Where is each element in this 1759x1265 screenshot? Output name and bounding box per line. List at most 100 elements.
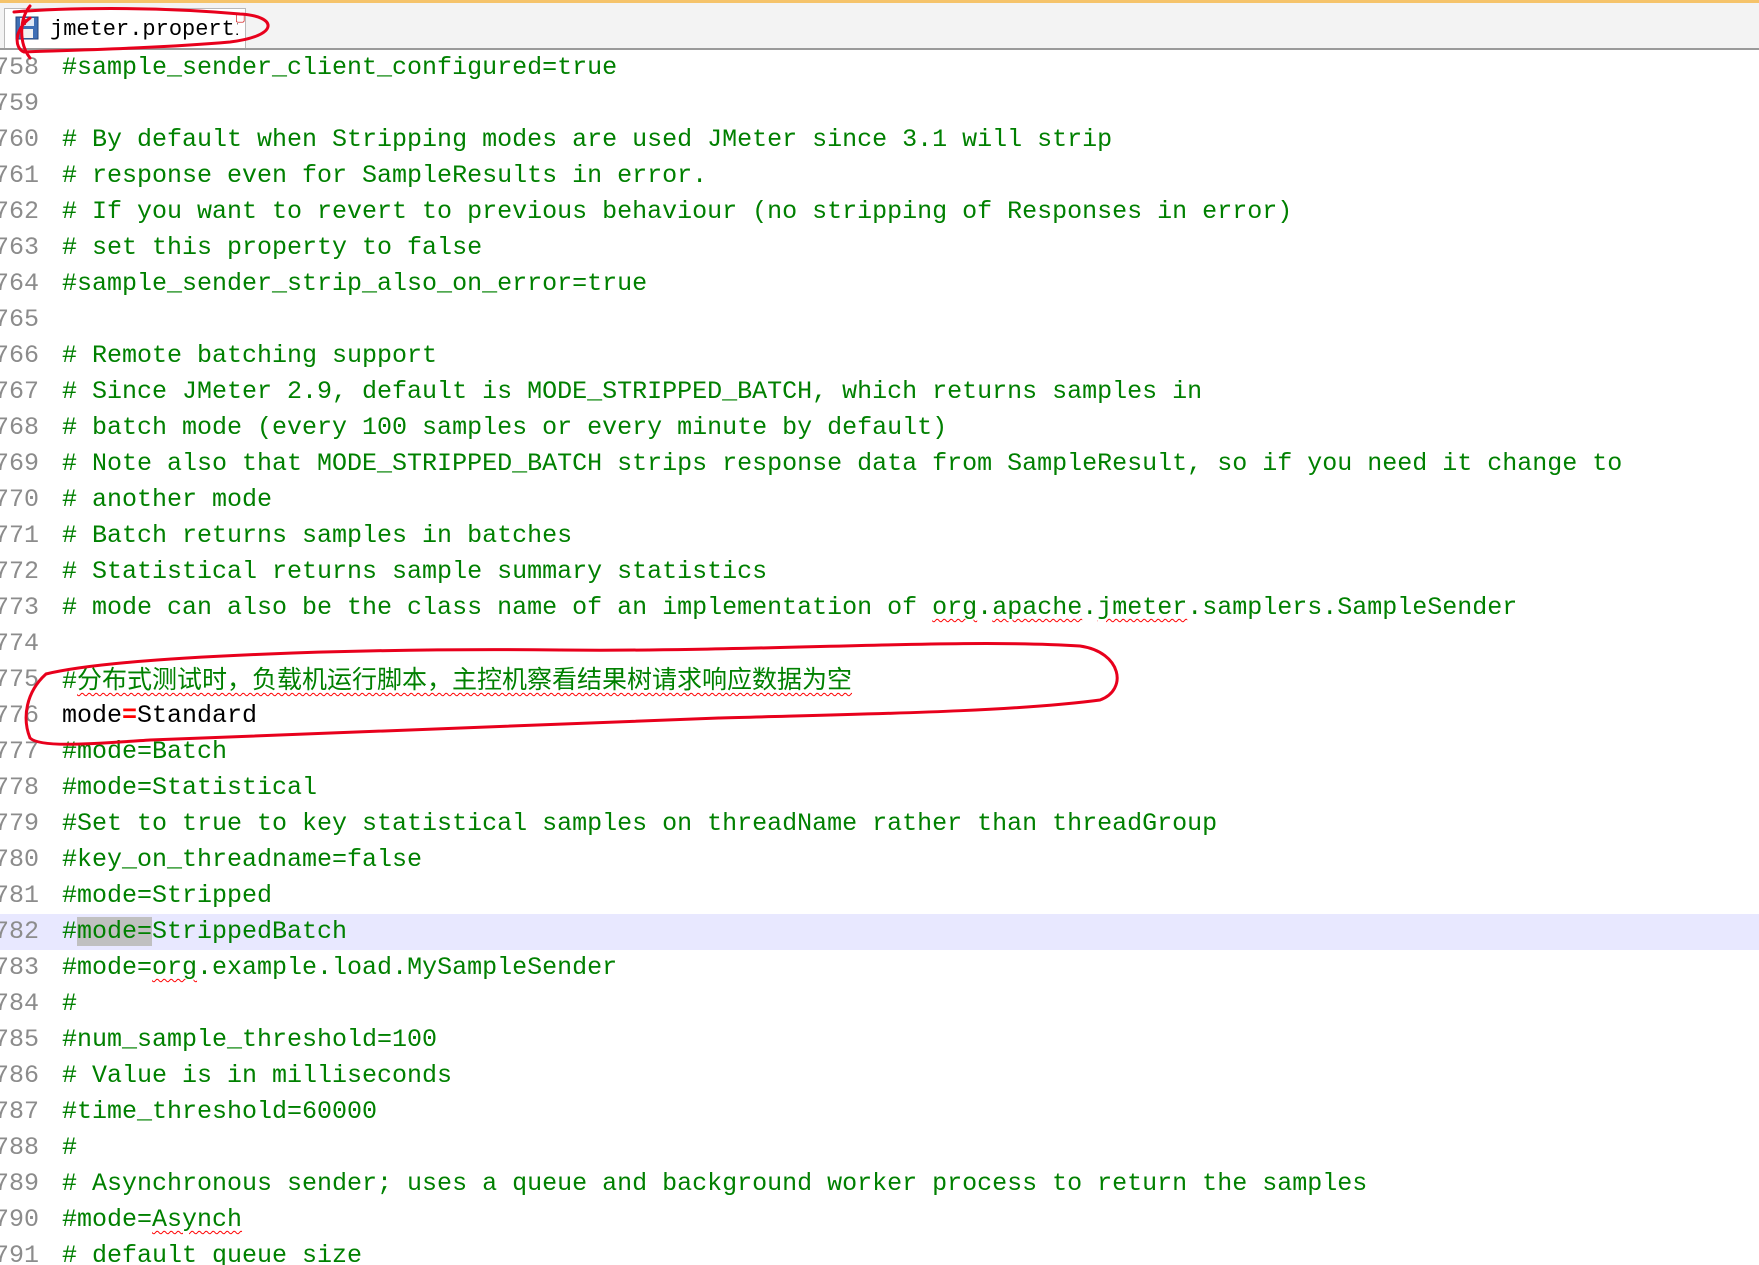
line-text: #mode=Asynch [62, 1202, 242, 1238]
code-token: # Batch returns samples in batches [62, 521, 573, 550]
save-icon [15, 16, 39, 40]
code-line[interactable]: 781 #mode=Stripped [0, 878, 1759, 914]
line-text: # response even for SampleResults in err… [62, 158, 707, 194]
line-text: # [62, 1130, 77, 1166]
code-token: #sample_sender_strip_also_on_error=true [62, 269, 648, 298]
code-line[interactable]: 782 #mode=StrippedBatch [0, 914, 1759, 950]
code-line[interactable]: 769 # Note also that MODE_STRIPPED_BATCH … [0, 446, 1759, 482]
line-text: #mode=org.example.load.MySampleSender [62, 950, 617, 986]
code-line[interactable]: 777 #mode=Batch [0, 734, 1759, 770]
line-text: # [62, 986, 77, 1022]
code-token: = [122, 701, 138, 730]
misspelled-token: org [152, 953, 198, 982]
line-number: 774 [0, 629, 40, 658]
line-number: 772 [0, 557, 40, 586]
line-text: #Set to true to key statistical samples … [62, 806, 1217, 842]
tab-bar-accent [0, 0, 1759, 3]
code-token: # response even for SampleResults in err… [62, 161, 708, 190]
code-token: #sample_sender_client_configured=true [62, 53, 618, 82]
line-number: 770 [0, 485, 40, 514]
line-number: 787 [0, 1097, 40, 1126]
code-line[interactable]: 762 # If you want to revert to previous b… [0, 194, 1759, 230]
code-line[interactable]: 759 [0, 86, 1759, 122]
code-line[interactable]: 771 # Batch returns samples in batches [0, 518, 1759, 554]
code-line[interactable]: 758 #sample_sender_client_configured=true [0, 50, 1759, 86]
code-token: StrippedBatch [152, 917, 348, 946]
line-text: # Value is in milliseconds [62, 1058, 452, 1094]
code-line[interactable]: 768 # batch mode (every 100 samples or ev… [0, 410, 1759, 446]
code-line[interactable]: 760 # By default when Stripping modes are… [0, 122, 1759, 158]
code-token: # default queue size [62, 1241, 363, 1265]
code-line[interactable]: 788 # [0, 1130, 1759, 1166]
code-line[interactable]: 787 #time_threshold=60000 [0, 1094, 1759, 1130]
line-text: #key_on_threadname=false [62, 842, 422, 878]
code-line[interactable]: 776 mode=Standard [0, 698, 1759, 734]
line-number: 758 [0, 53, 40, 82]
code-line[interactable]: 767 # Since JMeter 2.9, default is MODE_S… [0, 374, 1759, 410]
code-line[interactable]: 773 # mode can also be the class name of … [0, 590, 1759, 626]
code-line[interactable]: 786 # Value is in milliseconds [0, 1058, 1759, 1094]
line-number: 783 [0, 953, 40, 982]
line-number: 777 [0, 737, 40, 766]
code-line[interactable]: 761 # response even for SampleResults in … [0, 158, 1759, 194]
code-token: . [1082, 593, 1098, 622]
line-number: 786 [0, 1061, 40, 1090]
misspelled-token: jmeter [1097, 593, 1188, 622]
code-token: Standard [137, 701, 258, 730]
code-token: # another mode [62, 485, 273, 514]
code-token: # set this property to false [62, 233, 483, 262]
line-text: # Batch returns samples in batches [62, 518, 572, 554]
code-line[interactable]: 763 # set this property to false [0, 230, 1759, 266]
code-token: # mode can also be the class name of an … [62, 593, 933, 622]
line-text: #mode=Stripped [62, 878, 272, 914]
code-line[interactable]: 778 #mode=Statistical [0, 770, 1759, 806]
code-line[interactable]: 783 #mode=org.example.load.MySampleSender [0, 950, 1759, 986]
line-number: 773 [0, 593, 40, 622]
code-line[interactable]: 785 #num_sample_threshold=100 [0, 1022, 1759, 1058]
line-text: #分布式测试时，负载机运行脚本，主控机察看结果树请求响应数据为空 [62, 662, 852, 698]
code-line[interactable]: 789 # Asynchronous sender; uses a queue a… [0, 1166, 1759, 1202]
line-text: # If you want to revert to previous beha… [62, 194, 1292, 230]
code-line[interactable]: 765 [0, 302, 1759, 338]
code-token: # If you want to revert to previous beha… [62, 197, 1293, 226]
code-line[interactable]: 774 [0, 626, 1759, 662]
line-text: #num_sample_threshold=100 [62, 1022, 437, 1058]
line-number: 782 [0, 917, 40, 946]
code-line[interactable]: 772 # Statistical returns sample summary … [0, 554, 1759, 590]
code-line[interactable]: 764 #sample_sender_strip_also_on_error=tr… [0, 266, 1759, 302]
code-editor[interactable]: 758 #sample_sender_client_configured=true… [0, 50, 1759, 1265]
code-token: # By default when Stripping modes are us… [62, 125, 1113, 154]
code-token: #num_sample_threshold=100 [62, 1025, 438, 1054]
tab-jmeter-properties[interactable]: jmeter.properti ▢ [4, 8, 246, 48]
code-line[interactable]: 770 # another mode [0, 482, 1759, 518]
code-token: #mode=Stripped [62, 881, 273, 910]
code-line[interactable]: 784 # [0, 986, 1759, 1022]
close-icon[interactable]: ▢ [235, 12, 245, 23]
code-line[interactable]: 790 #mode=Asynch [0, 1202, 1759, 1238]
line-number: 765 [0, 305, 40, 334]
line-number: 762 [0, 197, 40, 226]
code-line[interactable]: 766 # Remote batching support [0, 338, 1759, 374]
line-text: #sample_sender_client_configured=true [62, 50, 617, 86]
code-line[interactable]: 780 #key_on_threadname=false [0, 842, 1759, 878]
line-text: mode=Standard [62, 698, 257, 734]
code-token: .example.load.MySampleSender [197, 953, 618, 982]
tab-label: jmeter.properti [50, 18, 238, 42]
code-token: #mode= [62, 953, 153, 982]
code-line[interactable]: 775 #分布式测试时，负载机运行脚本，主控机察看结果树请求响应数据为空 [0, 662, 1759, 698]
code-token: # Remote batching support [62, 341, 438, 370]
line-number: 768 [0, 413, 40, 442]
line-number: 780 [0, 845, 40, 874]
code-token: .samplers.SampleSender [1187, 593, 1518, 622]
misspelled-token: apache [992, 593, 1083, 622]
line-text: # another mode [62, 482, 272, 518]
code-line[interactable]: 779 #Set to true to key statistical sampl… [0, 806, 1759, 842]
line-number: 767 [0, 377, 40, 406]
code-token: # [62, 667, 78, 696]
line-number: 784 [0, 989, 40, 1018]
line-number: 764 [0, 269, 40, 298]
code-line[interactable]: 791 # default queue size [0, 1238, 1759, 1265]
line-text: # Statistical returns sample summary sta… [62, 554, 767, 590]
line-number: 769 [0, 449, 40, 478]
code-token: #mode=Statistical [62, 773, 318, 802]
